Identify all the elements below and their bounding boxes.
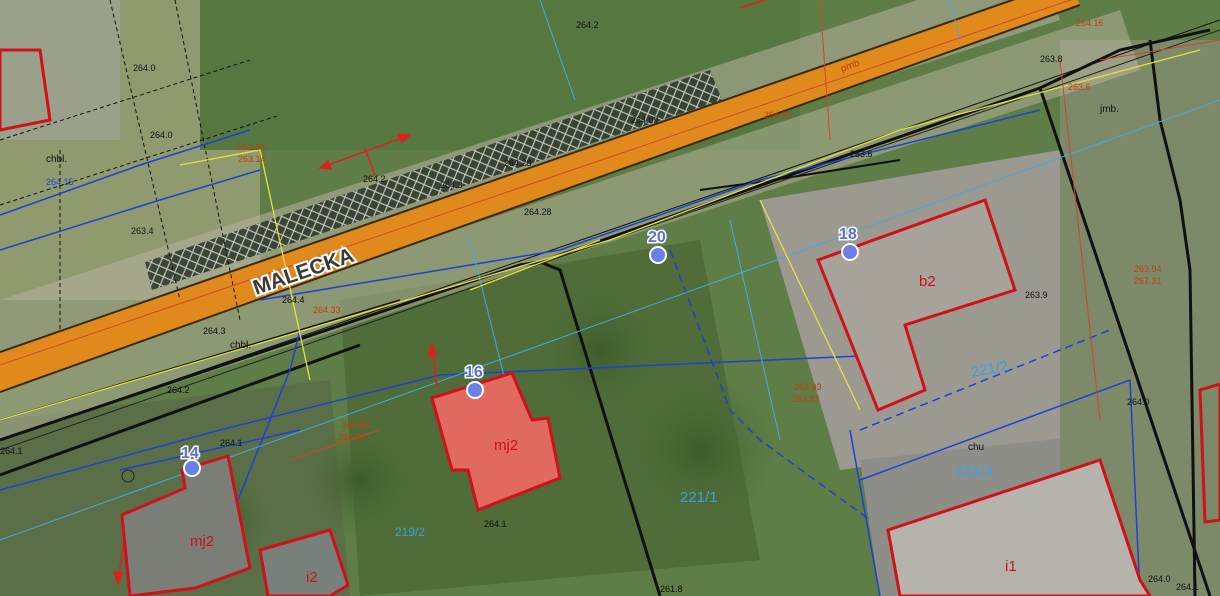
elevation-label: 264.2 xyxy=(167,385,190,395)
address-number: 14 xyxy=(181,445,199,462)
landuse-label-chbl-mid: chbl. xyxy=(230,340,251,351)
elevation-label: 264.1 xyxy=(0,446,23,456)
elevation-label: 264.1 xyxy=(220,438,243,448)
landuse-label-chu: chu xyxy=(968,442,984,453)
elevation-label: 264.28 xyxy=(504,158,532,168)
elevation-label: 264.0 xyxy=(133,63,156,73)
address-number: 16 xyxy=(465,364,483,381)
building-label-i1: i1 xyxy=(1005,558,1017,575)
parcel-label-221-3: 221/3 xyxy=(955,463,993,480)
elevation-label: 263.94 xyxy=(1134,264,1162,274)
elevation-label: 264.28 xyxy=(524,207,552,217)
elevation-label: 264.2 xyxy=(363,174,386,184)
address-number: 20 xyxy=(648,229,666,246)
landuse-label-chbl-left: chbl. xyxy=(46,154,67,165)
elevation-label: 264.1 xyxy=(484,519,507,529)
elevation-label: 267.31 xyxy=(1134,276,1162,286)
elevation-label: 263.9 xyxy=(1025,290,1048,300)
elevation-label: 264.16 xyxy=(764,110,792,120)
elevation-label: 264.16 xyxy=(1076,18,1104,28)
address-marker-dot[interactable] xyxy=(466,381,484,399)
elevation-label: 263.6 xyxy=(850,149,873,159)
address-marker-dot[interactable] xyxy=(183,459,201,477)
elevation-label: 264.1 xyxy=(1176,582,1199,592)
elevation-label: 261.8 xyxy=(660,584,683,594)
elevation-label: 263.91 xyxy=(338,432,366,442)
elevation-label: 264.0 xyxy=(150,130,173,140)
elevation-label: 264.3 xyxy=(203,326,226,336)
elevation-label: 264.3 xyxy=(440,180,463,190)
elevation-label: 264.4 xyxy=(282,295,305,305)
elevation-label: 264.2 xyxy=(576,20,599,30)
elevation-label: 264.09 xyxy=(631,115,659,125)
elevation-label: 263.93 xyxy=(794,382,822,392)
parcel-label-219-2: 219/2 xyxy=(395,525,425,539)
map-canvas[interactable]: MALECKA mj2 mj2 i2 b2 i1 221/1 221/2 221… xyxy=(0,0,1220,596)
elevation-label: 263.6 xyxy=(1068,82,1091,92)
address-marker-dot[interactable] xyxy=(841,243,859,261)
elevation-label: 263.95 xyxy=(342,420,370,430)
elevation-label: 263.8 xyxy=(1040,54,1063,64)
elevation-label: 264.0 xyxy=(1148,574,1171,584)
elevation-label: 264.0 xyxy=(1127,397,1150,407)
elevation-label: 263.4 xyxy=(131,226,154,236)
landuse-label-jmb: jmb. xyxy=(1099,104,1119,115)
elevation-label: 263.83 xyxy=(792,394,820,404)
building-label-i2: i2 xyxy=(306,569,318,586)
building-label-mj2-center: mj2 xyxy=(494,437,518,454)
elevation-label: 263.14 xyxy=(238,154,266,164)
address-marker-dot[interactable] xyxy=(649,246,667,264)
parcel-label-221-1: 221/1 xyxy=(680,489,718,506)
address-number: 18 xyxy=(839,226,857,243)
elevation-label: 263.94 xyxy=(238,142,266,152)
address-marker-14[interactable]: 14 xyxy=(180,444,201,477)
building-label-b2: b2 xyxy=(919,273,936,290)
building-label-mj2-left: mj2 xyxy=(190,533,214,550)
elevation-label: 264.33 xyxy=(313,305,341,315)
map-viewport[interactable]: MALECKA mj2 mj2 i2 b2 i1 221/1 221/2 221… xyxy=(0,0,1220,596)
elevation-label: 264.15 xyxy=(46,177,74,187)
